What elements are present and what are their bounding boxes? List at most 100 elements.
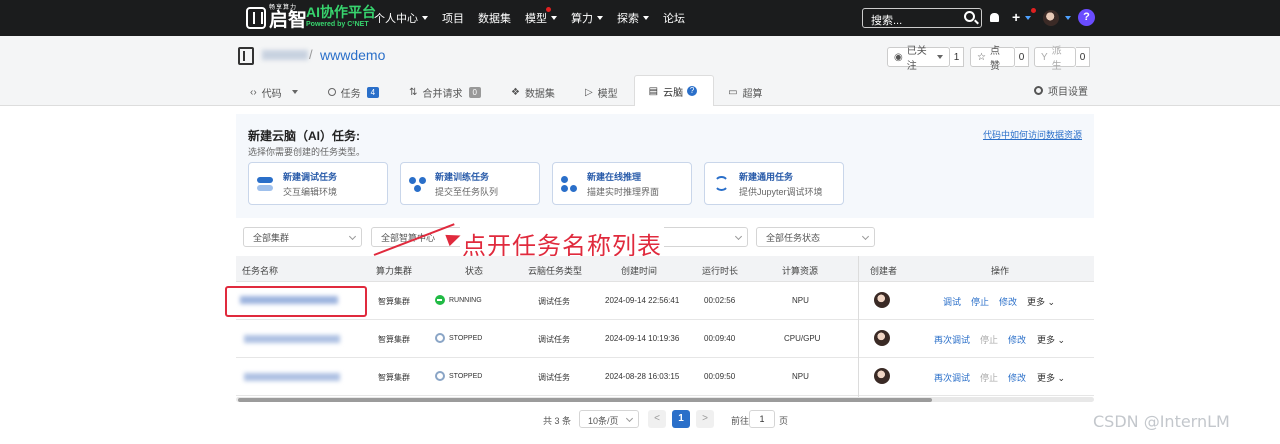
column-header: 状态	[465, 266, 484, 276]
watermark: CSDN @InternLM	[1093, 412, 1230, 431]
tab-label: 任务	[340, 88, 361, 100]
nav-compute[interactable]: 算力	[571, 10, 603, 26]
tab-datasets[interactable]: ❖ 数据集	[497, 78, 571, 106]
nav-projects[interactable]: 项目	[442, 10, 464, 26]
scrollbar-thumb[interactable]	[238, 398, 932, 402]
new-training-task-card[interactable]: 新建训练任务 提交至任务队列	[400, 162, 540, 205]
eye-icon: ◉	[894, 51, 903, 63]
task-name-link[interactable]	[244, 335, 340, 343]
tab-models[interactable]: ▷ 模型	[571, 78, 634, 106]
top-navbar: 畅享算力 启智 AI协作平台 Powered by C²NET 个人中心 项目 …	[0, 0, 1280, 36]
filter-value: 全部集群	[253, 232, 290, 243]
more-dropdown[interactable]: 更多 ⌄	[1037, 371, 1065, 384]
nav-explore[interactable]: 探索	[617, 10, 649, 26]
column-header: 运行时长	[702, 266, 739, 276]
prev-page-button[interactable]: <	[648, 410, 666, 428]
next-page-button[interactable]: >	[696, 410, 714, 428]
stopped-icon	[435, 333, 445, 343]
creator-avatar[interactable]	[874, 292, 890, 308]
debug-task-icon	[257, 175, 275, 193]
chevron-down-icon: ⌄	[1047, 297, 1056, 307]
nav-datasets[interactable]: 数据集	[478, 10, 511, 26]
goto-label: 前往	[731, 416, 750, 426]
tab-issues[interactable]: 任务 4	[314, 78, 395, 106]
rerun-debug-button[interactable]: 再次调试	[934, 371, 970, 384]
stop-button[interactable]: 停止	[971, 295, 989, 308]
repo-tabs: ‹› 代码 任务 4 ⇅ 合并请求 0 ❖ 数据集 ▷ 模型 ▤ 云脑? ▭ 超算	[236, 74, 779, 106]
brand-subtitle: Powered by C²NET	[306, 21, 369, 28]
column-header: 算力集群	[376, 266, 413, 276]
general-task-icon	[713, 175, 731, 193]
resource-cell: CPU/GPU	[784, 334, 821, 343]
nav-personal-center[interactable]: 个人中心	[374, 10, 428, 26]
code-icon: ‹›	[250, 86, 257, 98]
column-header: 计算资源	[782, 266, 819, 276]
created-time-cell: 2024-09-14 10:19:36	[605, 334, 680, 343]
more-dropdown[interactable]: 更多 ⌄	[1037, 333, 1065, 346]
created-time-cell: 2024-09-14 22:56:41	[605, 296, 680, 305]
tab-pull-requests[interactable]: ⇅ 合并请求 0	[395, 78, 497, 106]
stop-button[interactable]: 停止	[980, 333, 998, 346]
chevron-down-icon[interactable]	[1065, 16, 1071, 20]
card-title: 新建在线推理	[587, 171, 642, 182]
user-avatar[interactable]	[1043, 10, 1059, 26]
task-type-cell: 调试任务	[538, 373, 570, 382]
tab-cloudbrain[interactable]: ▤ 云脑?	[633, 75, 715, 106]
data-access-help-link[interactable]: 代码中如何访问数据资源	[983, 128, 1082, 141]
brand-title: AI协作平台	[306, 4, 376, 20]
repo-owner-blurred[interactable]	[262, 50, 308, 60]
settings-label: 项目设置	[1048, 87, 1088, 98]
fork-count[interactable]: 0	[1076, 47, 1090, 67]
chevron-down-icon[interactable]	[1025, 16, 1031, 20]
star-button[interactable]: ☆ 点赞	[970, 46, 1015, 72]
creator-avatar[interactable]	[874, 368, 890, 384]
edit-button[interactable]: 修改	[999, 295, 1017, 308]
star-count[interactable]: 0	[1015, 47, 1029, 67]
edit-button[interactable]: 修改	[1008, 371, 1026, 384]
tab-code[interactable]: ‹› 代码	[236, 78, 314, 106]
fork-button[interactable]: Y 派生	[1034, 46, 1076, 72]
page-1-button[interactable]: 1	[672, 410, 690, 428]
repo-name-link[interactable]: wwwdemo	[320, 47, 385, 63]
more-dropdown[interactable]: 更多 ⌄	[1027, 295, 1055, 308]
creator-avatar[interactable]	[874, 330, 890, 346]
tab-supercomputing[interactable]: ▭ 超算	[714, 78, 778, 106]
watch-label: 已关注	[906, 46, 927, 72]
status-filter-select[interactable]: 全部任务状态	[756, 227, 875, 247]
resource-cell: NPU	[792, 296, 809, 305]
new-debug-task-card[interactable]: 新建调试任务 交互编辑环境	[248, 162, 388, 205]
dataset-icon: ❖	[510, 86, 520, 98]
pagination-total: 共 3 条	[543, 416, 572, 426]
plus-icon[interactable]: +	[1012, 9, 1020, 25]
card-desc: 交互编辑环境	[283, 186, 338, 197]
duration-cell: 00:09:40	[704, 334, 736, 343]
cluster-filter-select[interactable]: 全部集群	[243, 227, 362, 247]
pr-count-badge: 0	[468, 86, 481, 98]
search-icon[interactable]	[964, 11, 975, 22]
edit-button[interactable]: 修改	[1008, 333, 1026, 346]
watch-count[interactable]: 1	[950, 47, 964, 67]
highlight-box	[225, 286, 367, 317]
rerun-debug-button[interactable]: 再次调试	[934, 333, 970, 346]
page-suffix-label: 页	[779, 416, 789, 426]
logo[interactable]: 畅享算力 启智	[246, 5, 307, 30]
task-name-link[interactable]	[244, 373, 340, 381]
watch-button[interactable]: ◉ 已关注	[887, 46, 950, 72]
help-icon[interactable]: ?	[687, 86, 698, 96]
stop-button[interactable]: 停止	[980, 371, 998, 384]
nav-forum[interactable]: 论坛	[663, 10, 685, 26]
repo-settings-link[interactable]: 项目设置	[1034, 83, 1088, 98]
column-header: 操作	[991, 266, 1010, 276]
page-size-select[interactable]: 10条/页	[579, 410, 639, 428]
goto-page-input[interactable]: 1	[749, 410, 775, 428]
new-general-task-card[interactable]: 新建通用任务 提供Jupyter调试环境	[704, 162, 844, 205]
bell-icon[interactable]	[990, 13, 999, 22]
help-icon[interactable]: ?	[1078, 9, 1095, 26]
panel-title: 新建云脑（AI）任务:	[248, 129, 360, 143]
chevron-down-icon: ⌄	[1057, 335, 1066, 345]
debug-button[interactable]: 调试	[943, 295, 961, 308]
task-type-cell: 调试任务	[538, 297, 570, 306]
new-inference-task-card[interactable]: 新建在线推理 描建实时推理界面	[552, 162, 692, 205]
nav-models[interactable]: 模型	[525, 7, 557, 26]
fixed-column-divider	[858, 256, 859, 398]
